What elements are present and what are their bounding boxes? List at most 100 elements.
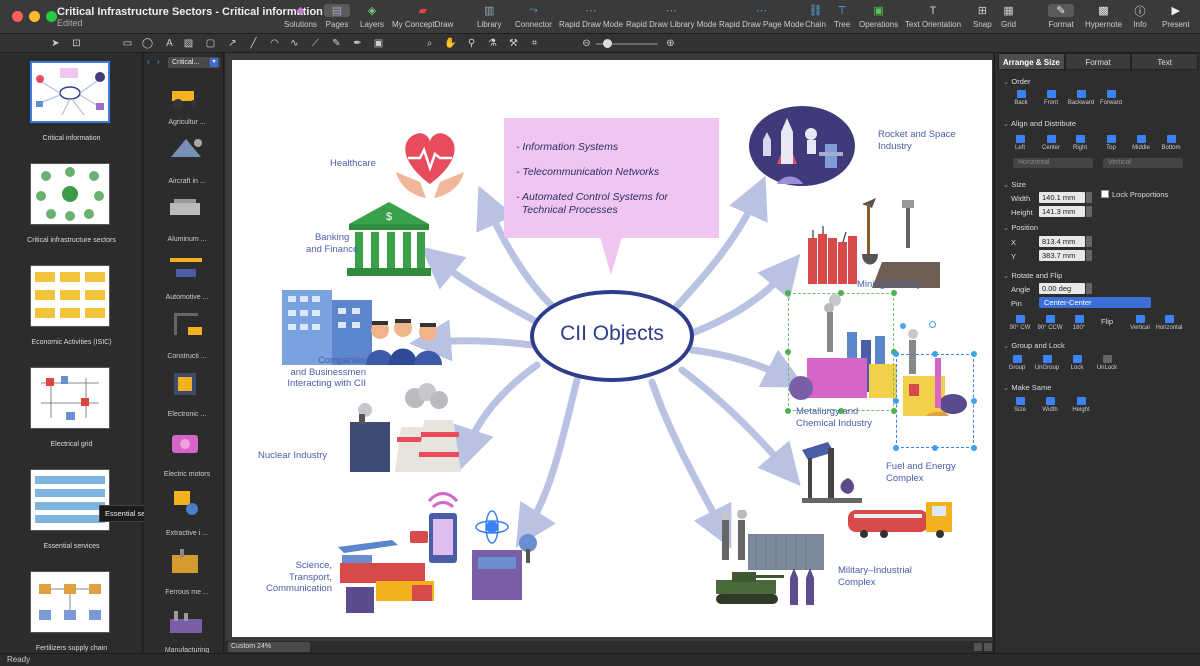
same-height-button[interactable]: Height (1066, 397, 1096, 413)
section-size[interactable]: Size (1003, 180, 1026, 189)
width-input[interactable]: 140.1 mm (1039, 192, 1085, 203)
automotive-library-icon[interactable] (166, 253, 206, 283)
chain-button[interactable]: ⛓ Chain (805, 4, 826, 29)
electronic-library-icon[interactable] (166, 369, 206, 399)
section-group-lock[interactable]: Group and Lock (1003, 341, 1064, 350)
height-stepper[interactable] (1086, 206, 1092, 217)
close-window-button[interactable] (12, 11, 23, 22)
zoom-in-icon[interactable]: ⊕ (664, 37, 677, 50)
ferrous-library-icon[interactable] (166, 547, 206, 577)
zoom-out-icon[interactable]: ⊖ (580, 37, 593, 50)
group-button[interactable]: Group (1002, 355, 1032, 371)
extractive-library-icon[interactable] (166, 487, 206, 517)
pages-button[interactable]: ▤ Pages (324, 4, 350, 29)
tree-button[interactable]: ⊤ Tree (834, 4, 850, 29)
rapid-draw-page-mode-button[interactable]: ⋯ Rapid Draw Page Mode (719, 4, 804, 29)
y-input[interactable]: 383.7 mm (1039, 250, 1085, 261)
pointer-tool-icon[interactable]: ➤ (49, 37, 62, 50)
view-mode-icon[interactable] (984, 643, 992, 651)
agriculture-library-icon[interactable] (166, 81, 206, 111)
military-icon[interactable] (712, 510, 832, 610)
align-right-button[interactable]: Right (1065, 135, 1095, 151)
lock-proportions-checkbox[interactable] (1101, 190, 1109, 198)
connector-tool-icon[interactable]: ↗ (226, 37, 239, 50)
construction-library-icon[interactable] (166, 309, 206, 339)
angle-stepper[interactable] (1086, 283, 1092, 294)
ellipse-tool-icon[interactable]: ◯ (141, 37, 154, 50)
same-size-button[interactable]: Size (1005, 397, 1035, 413)
operations-button[interactable]: ▣ Operations (859, 4, 898, 29)
format-button[interactable]: ✎ Format (1048, 4, 1074, 29)
crop-tool-icon[interactable]: ⌗ (528, 37, 541, 50)
callout-tool-icon[interactable]: ▢ (204, 37, 217, 50)
selection-bbox-b[interactable] (896, 354, 974, 448)
hypernote-button[interactable]: ▩ Hypernote (1085, 4, 1122, 29)
view-mode-icon[interactable] (974, 643, 982, 651)
selection-bbox-a[interactable] (788, 293, 894, 411)
align-center-button[interactable]: Center (1036, 135, 1066, 151)
library-forward-icon[interactable]: › (157, 57, 160, 66)
snap-button[interactable]: ⊞ Snap (973, 4, 992, 29)
zoom-selector[interactable]: Custom 24% (228, 642, 310, 652)
rocket-space-icon[interactable] (747, 104, 857, 192)
page-thumbnail-electrical-grid[interactable] (30, 367, 110, 429)
back-button[interactable]: Back (1006, 90, 1036, 106)
same-width-button[interactable]: Width (1035, 397, 1065, 413)
zoom-tool-icon[interactable]: ⌕ (423, 37, 436, 50)
electric-motors-library-icon[interactable] (166, 429, 206, 459)
height-input[interactable]: 141.3 mm (1039, 206, 1085, 217)
nuclear-plant-icon[interactable] (345, 382, 465, 474)
stamp-tool-icon[interactable]: ⚲ (465, 37, 478, 50)
pen-tool-icon[interactable]: ✒ (351, 37, 364, 50)
y-stepper[interactable] (1086, 250, 1092, 261)
width-stepper[interactable] (1086, 192, 1092, 203)
eyedropper-tool-icon[interactable]: ⚗ (486, 37, 499, 50)
rotate-ccw-button[interactable]: 90° CCW (1035, 315, 1065, 331)
zoom-slider-handle[interactable] (603, 39, 612, 48)
hand-tool-icon[interactable]: ✋ (444, 37, 457, 50)
distribute-vertical-select[interactable]: Vertical (1103, 158, 1183, 168)
connector-button[interactable]: ⤳ Connector (515, 4, 552, 29)
page-thumbnail-fertilizers[interactable] (30, 571, 110, 633)
arc-tool-icon[interactable]: ◠ (268, 37, 281, 50)
aluminum-library-icon[interactable] (166, 193, 206, 223)
section-position[interactable]: Position (1003, 223, 1038, 232)
zoom-window-button[interactable] (46, 11, 57, 22)
text-frame-tool-icon[interactable]: ⊡ (70, 37, 83, 50)
align-middle-button[interactable]: Middle (1126, 135, 1156, 151)
tab-format[interactable]: Format (1064, 53, 1132, 70)
aircraft-library-icon[interactable] (166, 133, 206, 163)
line-tool-icon[interactable]: ╱ (247, 37, 260, 50)
spline-tool-icon[interactable]: ∿ (288, 37, 301, 50)
tab-arrange-size[interactable]: Arrange & Size (998, 53, 1065, 70)
rotate-180-button[interactable]: 180° (1064, 315, 1094, 331)
text-tool-icon[interactable]: A (163, 37, 176, 50)
unlock-button[interactable]: UnLock (1092, 355, 1122, 371)
page-thumbnail-critical-information[interactable] (30, 61, 110, 123)
flip-vertical-button[interactable]: Vertical (1125, 315, 1155, 331)
my-conceptdraw-button[interactable]: ▰ My ConceptDraw (392, 4, 453, 29)
lock-button[interactable]: Lock (1062, 355, 1092, 371)
frame-tool-icon[interactable]: ▣ (372, 37, 385, 50)
science-transport-icon[interactable] (332, 485, 552, 615)
freehand-tool-icon[interactable]: ✎ (330, 37, 343, 50)
section-order[interactable]: Order (1003, 77, 1030, 86)
pin-select[interactable]: Center-Center (1039, 297, 1151, 308)
grid-button[interactable]: ▦ Grid (1001, 4, 1016, 29)
align-top-button[interactable]: Top (1096, 135, 1126, 151)
format-painter-tool-icon[interactable]: ⚒ (507, 37, 520, 50)
image-tool-icon[interactable]: ▨ (182, 37, 195, 50)
section-rotate-flip[interactable]: Rotate and Flip (1003, 271, 1062, 280)
rapid-draw-mode-button[interactable]: ⋯ Rapid Draw Mode (559, 4, 623, 29)
mining-icon[interactable] (802, 190, 942, 290)
tab-text[interactable]: Text (1131, 53, 1199, 70)
front-button[interactable]: Front (1036, 90, 1066, 106)
angle-input[interactable]: 0.00 deg (1039, 283, 1085, 294)
flip-horizontal-button[interactable]: Horizontal (1154, 315, 1184, 331)
rapid-draw-library-mode-button[interactable]: ⋯ Rapid Draw Library Mode (626, 4, 717, 29)
page-thumbnail-economic-activities[interactable] (30, 265, 110, 327)
x-input[interactable]: 813.4 mm (1039, 236, 1085, 247)
forward-button[interactable]: Forward (1096, 90, 1126, 106)
minimize-window-button[interactable] (29, 11, 40, 22)
diagram-canvas[interactable]: - Information Systems - Telecommunicatio… (232, 60, 992, 637)
